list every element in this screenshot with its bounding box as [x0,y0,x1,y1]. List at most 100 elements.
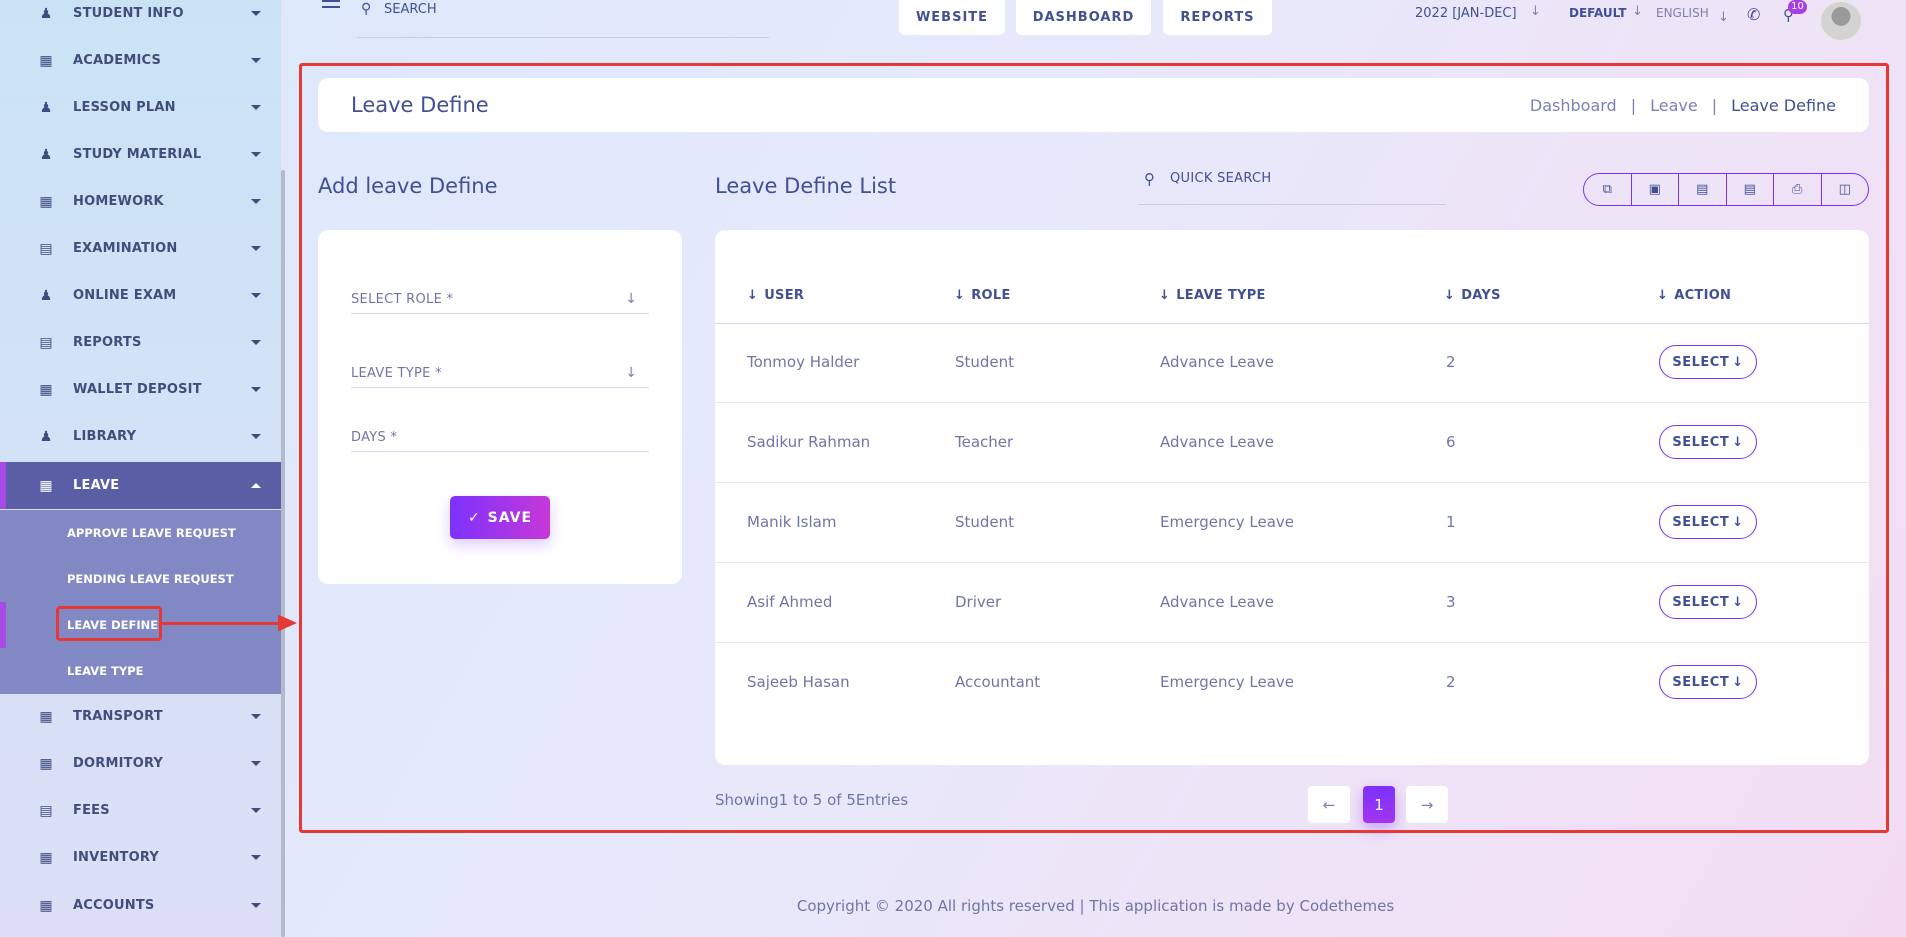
sidebar-item-inventory[interactable]: ▦ INVENTORY [0,834,281,881]
sidebar-item-label: DORMITORY [73,756,164,771]
style-selector[interactable]: DEFAULT [1569,6,1627,20]
annotation-highlight-box [56,606,162,641]
sidebar-item-dormitory[interactable]: ▦ DORMITORY [0,740,281,787]
active-indicator [0,462,6,509]
sidebar-item-study-material[interactable]: ♟ STUDY MATERIAL [0,131,281,178]
sidebar-item-wallet-deposit[interactable]: ▦ WALLET DEPOSIT [0,366,281,413]
breadcrumb-leave[interactable]: Leave [1650,96,1698,115]
pdf-icon[interactable]: ▤ [1727,174,1774,205]
column-header-user[interactable]: ↓ USER [747,288,804,303]
select-label: SELECT [1672,354,1730,370]
avatar[interactable] [1819,0,1863,42]
submenu-item-approve-leave-request[interactable]: APPROVE LEAVE REQUEST [0,510,281,556]
column-header-action[interactable]: ↓ ACTION [1657,288,1731,303]
sidebar-scrollbar[interactable] [281,0,285,937]
page-header-card: Leave Define Dashboard | Leave | Leave D… [318,78,1869,132]
cell-role: Student [955,513,1015,531]
save-button[interactable]: ✓ SAVE [450,496,550,539]
sidebar-item-homework[interactable]: ▦ HOMEWORK [0,178,281,225]
select-action-button[interactable]: SELECT ↓ [1659,505,1757,539]
quick-search-placeholder: QUICK SEARCH [1170,171,1272,186]
excel-icon[interactable]: ▣ [1632,174,1679,205]
column-header-role[interactable]: ↓ ROLE [954,288,1011,303]
arrow-down-icon: ↓ [625,291,637,307]
website-button[interactable]: WEBSITE [899,0,1005,35]
dashboard-button[interactable]: DASHBOARD [1016,0,1151,35]
menu-toggle-icon[interactable] [322,0,340,12]
sidebar-item-label: STUDY MATERIAL [73,147,202,162]
sidebar-item-examination[interactable]: ▤ EXAMINATION [0,225,281,272]
csv-icon[interactable]: ▤ [1679,174,1727,205]
sidebar-item-label: ONLINE EXAM [73,288,177,303]
leave-define-table: ↓ USER ↓ ROLE ↓ LEAVE TYPE ↓ DAYS ↓ ACTION To… [715,230,1869,765]
search-placeholder: SEARCH [384,2,437,17]
sort-arrow-icon: ↓ [1657,288,1669,303]
select-action-button[interactable]: SELECT ↓ [1659,665,1757,699]
select-action-button[interactable]: SELECT ↓ [1659,585,1757,619]
select-label: SELECT [1672,674,1730,690]
reports-button[interactable]: REPORTS [1163,0,1272,35]
cell-leave-type: Emergency Leave [1160,513,1294,531]
annotation-arrow [162,622,280,625]
print-icon[interactable]: ⎙ [1774,174,1822,205]
annotation-arrow-head-overlay [279,615,297,631]
add-leave-define-heading: Add leave Define [318,174,498,198]
breadcrumb: Dashboard | Leave | Leave Define [1530,96,1836,115]
page-number-button[interactable]: 1 [1363,786,1395,823]
column-header-leave-type[interactable]: ↓ LEAVE TYPE [1159,288,1266,303]
breadcrumb-dashboard[interactable]: Dashboard [1530,96,1617,115]
prev-page-button[interactable]: ← [1308,786,1350,823]
submenu-item-leave-type[interactable]: LEAVE TYPE [0,648,281,694]
search-icon: ⚲ [1144,170,1155,188]
next-page-button[interactable]: → [1406,786,1448,823]
sidebar-item-leave[interactable]: ▦ LEAVE [0,462,281,509]
session-selector[interactable]: 2022 [JAN-DEC] [1415,6,1517,21]
select-role-dropdown[interactable]: SELECT ROLE * ↓ [351,286,649,314]
leave-submenu: APPROVE LEAVE REQUEST PENDING LEAVE REQU… [0,510,281,694]
select-action-button[interactable]: SELECT ↓ [1659,425,1757,459]
search-icon: ⚲ [361,1,372,17]
sidebar-item-student-info[interactable]: ♟ STUDENT INFO [0,0,281,37]
arrow-down-icon: ↓ [1732,434,1744,450]
column-header-days[interactable]: ↓ DAYS [1444,288,1501,303]
sidebar-item-label: STUDENT INFO [73,6,184,21]
submenu-item-label: APPROVE LEAVE REQUEST [67,526,236,540]
sidebar-item-lesson-plan[interactable]: ♟ LESSON PLAN [0,84,281,131]
sidebar-item-label: INVENTORY [73,850,159,865]
arrow-down-icon: ↓ [1732,354,1744,370]
export-button-group: ⧉ ▣ ▤ ▤ ⎙ ◫ [1583,173,1869,206]
column-label: ROLE [971,288,1011,303]
showing-entries-text: Showing1 to 5 of 5Entries [715,791,909,809]
reports-icon: ▤ [39,334,53,351]
sidebar-item-online-exam[interactable]: ♟ ONLINE EXAM [0,272,281,319]
select-action-button[interactable]: SELECT ↓ [1659,345,1757,379]
caret-down-icon [251,340,261,345]
sidebar-item-label: LEAVE [73,478,120,493]
days-input[interactable]: DAYS * [351,424,649,452]
whatsapp-icon[interactable]: ✆ [1747,5,1760,24]
cell-user: Sadikur Rahman [747,433,871,451]
homework-icon: ▦ [39,193,53,210]
search-input[interactable]: ⚲ SEARCH [357,0,769,38]
sidebar-item-transport[interactable]: ▦ TRANSPORT [0,693,281,740]
scrollbar-thumb[interactable] [281,170,285,937]
leave-type-dropdown[interactable]: LEAVE TYPE * ↓ [351,360,649,388]
quick-search-input[interactable]: ⚲ QUICK SEARCH [1138,162,1446,205]
sidebar-item-library[interactable]: ♟ LIBRARY [0,413,281,460]
sidebar-item-fees[interactable]: ▤ FEES [0,787,281,834]
transport-icon: ▦ [39,708,53,725]
submenu-item-pending-leave-request[interactable]: PENDING LEAVE REQUEST [0,556,281,602]
user-graduate-icon: ♟ [39,5,53,22]
sidebar-item-reports[interactable]: ▤ REPORTS [0,319,281,366]
columns-icon[interactable]: ◫ [1822,174,1869,205]
sidebar-item-label: FEES [73,803,110,818]
table-row: Asif Ahmed Driver Advance Leave 3 SELECT… [715,563,1869,643]
cell-leave-type: Emergency Leave [1160,673,1294,691]
language-selector[interactable]: ENGLISH [1656,6,1709,20]
library-icon: ♟ [39,428,53,445]
cell-user: Tonmoy Halder [747,353,860,371]
copy-icon[interactable]: ⧉ [1584,174,1632,205]
table-row: Manik Islam Student Emergency Leave 1 SE… [715,483,1869,563]
sidebar-item-academics[interactable]: ▦ ACADEMICS [0,37,281,84]
sort-arrow-icon: ↓ [954,288,966,303]
